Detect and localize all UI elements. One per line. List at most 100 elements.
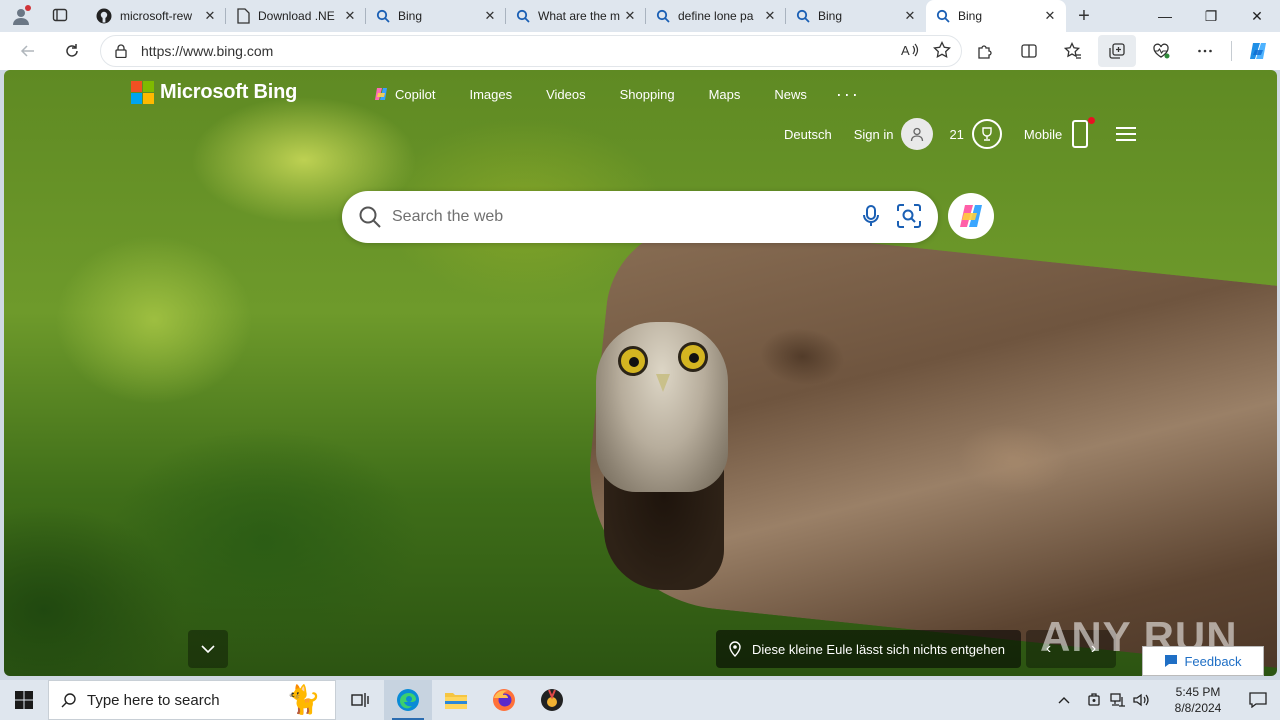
nav-item-videos[interactable]: Videos xyxy=(529,86,603,102)
bing-search-icon xyxy=(516,9,530,23)
rewards-trophy-icon[interactable] xyxy=(971,119,1002,149)
nav-item-images[interactable]: Images xyxy=(452,86,529,102)
favorite-star-icon[interactable] xyxy=(933,40,951,62)
browser-tab[interactable]: define lone pa ✕ xyxy=(646,0,786,32)
nav-item-maps[interactable]: Maps xyxy=(692,86,758,102)
chevron-down-icon xyxy=(201,645,215,654)
back-button[interactable] xyxy=(10,36,46,66)
tab-title: Bing xyxy=(818,9,843,23)
taskbar-clock[interactable]: 5:45 PM 8/8/2024 xyxy=(1160,684,1236,716)
browser-tab[interactable]: microsoft-rew ✕ xyxy=(86,0,226,32)
browser-essentials-button[interactable] xyxy=(1139,35,1183,67)
new-tab-button[interactable]: + xyxy=(1066,0,1102,32)
extensions-button[interactable] xyxy=(963,35,1007,67)
hamburger-menu-icon[interactable] xyxy=(1116,127,1137,141)
url-text[interactable]: https://www.bing.com xyxy=(141,43,273,59)
header-right: Deutsch Sign in 21 Mobile xyxy=(784,117,1137,150)
folder-icon xyxy=(445,693,467,709)
bing-nav: Copilot Images Videos Shopping Maps News… xyxy=(356,85,872,103)
bing-header: Microsoft Bing Copilot Images Videos Sho… xyxy=(4,70,1277,190)
lock-icon xyxy=(115,44,127,58)
clock-time: 5:45 PM xyxy=(1175,685,1221,699)
notification-center-button[interactable] xyxy=(1236,692,1280,708)
nav-item-news[interactable]: News xyxy=(757,86,824,102)
show-hidden-icons-chevron-icon[interactable] xyxy=(1052,696,1076,704)
github-icon xyxy=(96,8,112,24)
user-avatar-icon[interactable] xyxy=(901,118,934,150)
volume-icon[interactable] xyxy=(1130,693,1154,707)
tab-actions-icon[interactable] xyxy=(52,7,68,26)
search-highlight-cat-icon: 🐈 xyxy=(286,684,321,715)
close-tab-icon[interactable]: ✕ xyxy=(1042,8,1058,24)
image-caption[interactable]: Diese kleine Eule lässt sich nichts entg… xyxy=(716,630,1021,668)
taskbar-search-box[interactable]: Type here to search 🐈 xyxy=(48,680,336,720)
refresh-button[interactable] xyxy=(54,36,90,66)
close-tab-icon[interactable]: ✕ xyxy=(482,8,498,24)
nav-item-copilot[interactable]: Copilot xyxy=(356,86,452,102)
mobile-link[interactable]: Mobile xyxy=(1024,127,1062,142)
close-tab-icon[interactable]: ✕ xyxy=(622,8,638,24)
minimize-button[interactable]: — xyxy=(1142,0,1188,32)
browser-toolbar: https://www.bing.com A xyxy=(0,32,1280,70)
tab-title: Download .NE xyxy=(258,9,335,23)
close-window-button[interactable]: ✕ xyxy=(1234,0,1280,32)
visual-search-icon[interactable] xyxy=(896,203,922,232)
copilot-icon xyxy=(375,88,387,100)
notification-icon xyxy=(1249,692,1267,708)
taskbar-app-button[interactable] xyxy=(528,680,576,720)
split-screen-button[interactable] xyxy=(1007,35,1051,67)
close-tab-icon[interactable]: ✕ xyxy=(342,8,358,24)
mobile-phone-icon[interactable] xyxy=(1072,117,1096,148)
start-button[interactable] xyxy=(0,680,48,720)
network-icon[interactable] xyxy=(1106,693,1130,707)
browser-tab-bar: microsoft-rew ✕ Download .NE ✕ Bing ✕ Wh… xyxy=(0,0,1280,32)
rewards-count[interactable]: 21 xyxy=(949,127,963,142)
sign-in-link[interactable]: Sign in xyxy=(854,127,894,142)
voice-search-icon[interactable] xyxy=(862,204,880,231)
settings-more-button[interactable] xyxy=(1183,35,1227,67)
close-tab-icon[interactable]: ✕ xyxy=(202,8,218,24)
taskbar-firefox-button[interactable] xyxy=(480,680,528,720)
language-link[interactable]: Deutsch xyxy=(784,127,832,142)
copilot-search-button[interactable] xyxy=(948,193,994,239)
browser-tab[interactable]: Bing ✕ xyxy=(786,0,926,32)
search-input[interactable] xyxy=(392,208,832,226)
search-box[interactable] xyxy=(342,191,938,243)
browser-tab-active[interactable]: Bing ✕ xyxy=(926,0,1066,32)
restore-button[interactable]: ❐ xyxy=(1188,0,1234,32)
copilot-sidebar-button[interactable] xyxy=(1236,35,1280,67)
taskbar-edge-button[interactable] xyxy=(384,680,432,720)
favorites-button[interactable] xyxy=(1051,35,1095,67)
nav-more-button[interactable]: ··· xyxy=(824,85,872,103)
svg-text:A: A xyxy=(901,43,910,58)
read-aloud-icon[interactable]: A xyxy=(901,42,919,61)
bing-search-icon xyxy=(936,9,950,23)
profile-avatar-icon[interactable] xyxy=(8,3,34,29)
collections-button[interactable] xyxy=(1098,35,1136,67)
browser-tab[interactable]: Download .NE ✕ xyxy=(226,0,366,32)
bing-homepage: Microsoft Bing Copilot Images Videos Sho… xyxy=(4,70,1277,676)
security-tray-icon[interactable] xyxy=(1082,693,1106,707)
feedback-button[interactable]: Feedback xyxy=(1142,646,1264,676)
nav-label: Copilot xyxy=(395,86,436,102)
close-tab-icon[interactable]: ✕ xyxy=(902,8,918,24)
document-icon xyxy=(237,8,250,24)
tab-title: Bing xyxy=(398,9,423,23)
more-horizontal-icon xyxy=(1198,49,1212,53)
browser-tab[interactable]: What are the m ✕ xyxy=(506,0,646,32)
scroll-down-button[interactable] xyxy=(188,630,228,668)
feedback-label: Feedback xyxy=(1184,653,1242,669)
nav-label: Shopping xyxy=(619,86,675,102)
bing-search-icon xyxy=(656,9,670,23)
bing-logo[interactable]: Microsoft Bing xyxy=(131,81,297,104)
browser-tab[interactable]: Bing ✕ xyxy=(366,0,506,32)
caption-text: Diese kleine Eule lässt sich nichts entg… xyxy=(752,641,1005,657)
address-bar[interactable]: https://www.bing.com A xyxy=(100,35,962,67)
tab-title: Bing xyxy=(958,9,983,23)
task-view-button[interactable] xyxy=(336,680,384,720)
close-tab-icon[interactable]: ✕ xyxy=(762,8,778,24)
microsoft-logo-icon xyxy=(131,81,154,104)
toolbar-divider xyxy=(1231,41,1232,61)
taskbar-file-explorer-button[interactable] xyxy=(432,680,480,720)
nav-item-shopping[interactable]: Shopping xyxy=(603,86,692,102)
